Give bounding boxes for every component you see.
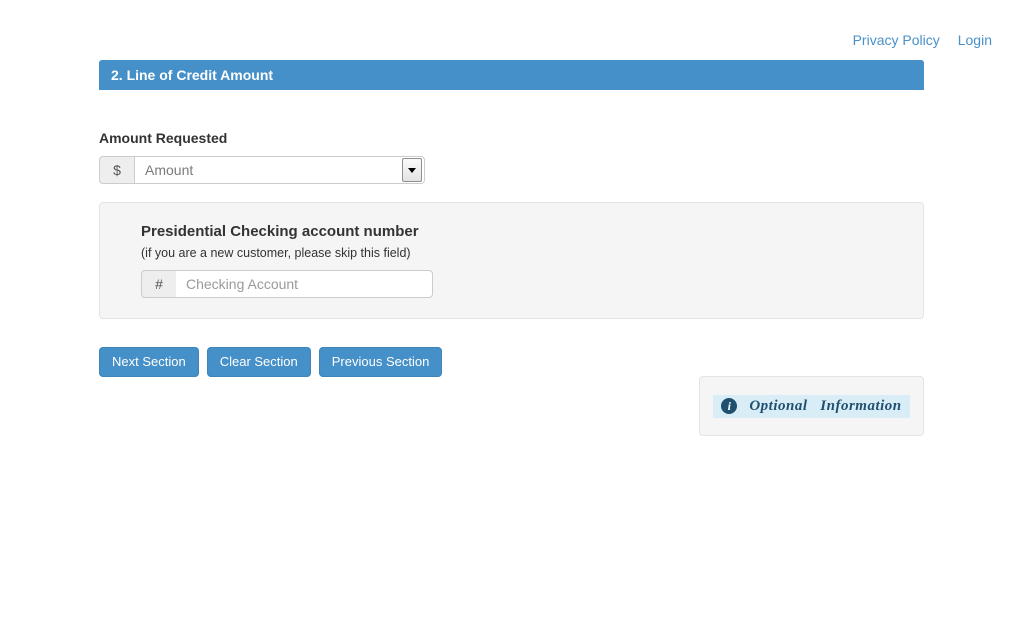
amount-select-value: Amount: [145, 162, 194, 178]
checking-account-subtitle: (if you are a new customer, please skip …: [141, 246, 411, 260]
top-utility-nav: Privacy Policy Login: [853, 30, 992, 50]
checking-account-title: Presidential Checking account number: [141, 223, 419, 240]
info-circle-icon: i: [721, 398, 738, 414]
chevron-down-icon[interactable]: [402, 158, 422, 182]
amount-requested-label: Amount Requested: [99, 130, 228, 146]
hash-addon: #: [141, 270, 176, 298]
checking-account-input-group: #: [141, 270, 433, 298]
optional-information-highlight: i Optional Information: [713, 394, 910, 418]
checking-account-panel: Presidential Checking account number (if…: [99, 202, 924, 319]
section-button-row: Next Section Clear Section Previous Sect…: [99, 347, 924, 377]
checking-account-input[interactable]: [176, 270, 433, 298]
amount-select[interactable]: Amount: [134, 156, 425, 184]
amount-input-group: $ Amount: [99, 156, 425, 184]
optional-information-panel: i Optional Information: [699, 376, 924, 436]
privacy-policy-link[interactable]: Privacy Policy: [853, 30, 940, 50]
form-container: 2. Line of Credit Amount Amount Requeste…: [99, 60, 924, 377]
clear-section-button[interactable]: Clear Section: [206, 347, 311, 377]
section-header-title: 2. Line of Credit Amount: [99, 60, 924, 90]
currency-addon: $: [99, 156, 134, 184]
previous-section-button[interactable]: Previous Section: [318, 347, 443, 377]
optional-information-label: Optional Information: [749, 397, 902, 414]
login-link[interactable]: Login: [958, 30, 992, 50]
next-section-button[interactable]: Next Section: [99, 347, 199, 377]
